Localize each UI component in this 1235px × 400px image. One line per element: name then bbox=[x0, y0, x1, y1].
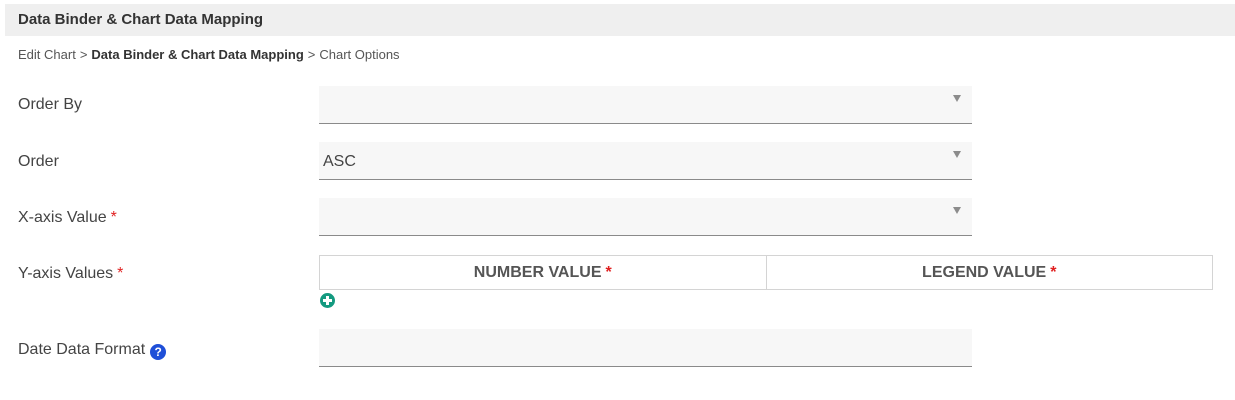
date-format-label: Date Data Format? bbox=[18, 341, 167, 360]
legend-value-header-label: LEGEND VALUE bbox=[922, 263, 1047, 281]
order-label: Order bbox=[18, 153, 59, 170]
date-format-label-text: Date Data Format bbox=[18, 341, 146, 358]
page-title: Data Binder & Chart Data Mapping bbox=[18, 11, 264, 28]
caret-down-icon bbox=[953, 207, 961, 214]
caret-down-icon bbox=[953, 151, 961, 158]
y-axis-label: Y-axis Values * bbox=[18, 265, 123, 283]
x-axis-select[interactable] bbox=[319, 198, 972, 236]
plus-circle-icon[interactable] bbox=[320, 293, 335, 308]
required-marker: * bbox=[117, 265, 124, 282]
breadcrumb: Edit Chart > Data Binder & Chart Data Mapp… bbox=[18, 47, 400, 62]
order-value: ASC bbox=[323, 153, 356, 170]
question-circle-icon[interactable]: ? bbox=[150, 344, 167, 360]
order-select[interactable]: ASC bbox=[319, 142, 972, 180]
required-marker: * bbox=[1050, 263, 1057, 281]
required-marker: * bbox=[605, 263, 612, 281]
order-by-label: Order By bbox=[18, 96, 83, 113]
x-axis-label-text: X-axis Value bbox=[18, 209, 107, 226]
number-value-header: NUMBER VALUE * bbox=[320, 256, 766, 289]
date-format-input[interactable] bbox=[319, 329, 972, 367]
breadcrumb-separator: > bbox=[307, 47, 316, 62]
y-axis-label-text: Y-axis Values bbox=[18, 265, 114, 282]
caret-down-icon bbox=[953, 95, 961, 102]
y-axis-table-header: NUMBER VALUE * LEGEND VALUE * bbox=[319, 255, 1213, 290]
x-axis-label: X-axis Value * bbox=[18, 209, 117, 227]
required-marker: * bbox=[110, 209, 117, 226]
page-header: Data Binder & Chart Data Mapping bbox=[5, 4, 1235, 36]
breadcrumb-separator: > bbox=[79, 47, 88, 62]
number-value-header-label: NUMBER VALUE bbox=[473, 263, 602, 281]
breadcrumb-chart-options[interactable]: Chart Options bbox=[319, 47, 399, 62]
breadcrumb-current: Data Binder & Chart Data Mapping bbox=[91, 47, 304, 62]
breadcrumb-edit-chart[interactable]: Edit Chart bbox=[18, 47, 76, 62]
legend-value-header: LEGEND VALUE * bbox=[765, 256, 1213, 289]
order-by-select[interactable] bbox=[319, 86, 972, 124]
